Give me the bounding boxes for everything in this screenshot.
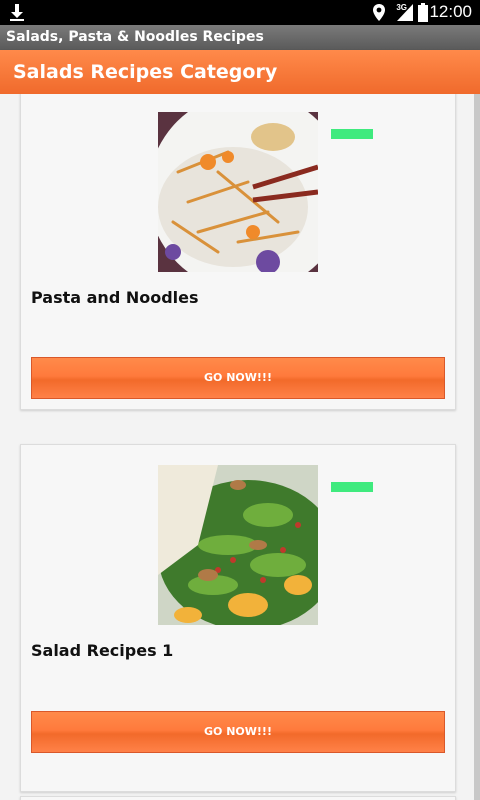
clock: 12:00 xyxy=(429,2,472,21)
status-badge xyxy=(331,129,373,139)
go-now-button[interactable]: GO NOW!!! xyxy=(31,711,445,753)
go-now-button[interactable]: GO NOW!!! xyxy=(31,357,445,399)
card-title: Pasta and Noodles xyxy=(31,288,199,307)
status-bar: 3G 12:00 xyxy=(0,0,480,25)
category-card xyxy=(20,796,456,800)
location-icon xyxy=(373,4,385,21)
card-title: Salad Recipes 1 xyxy=(31,641,174,660)
status-badge xyxy=(331,482,373,492)
noodle-salad-image xyxy=(158,112,318,272)
category-title: Salads Recipes Category xyxy=(13,61,278,83)
scrollbar[interactable] xyxy=(474,94,480,800)
app-title: Salads, Pasta & Noodles Recipes xyxy=(6,29,264,45)
battery-icon xyxy=(418,3,428,22)
app-title-bar: Salads, Pasta & Noodles Recipes xyxy=(0,25,480,50)
category-header: Salads Recipes Category xyxy=(0,50,480,94)
download-icon xyxy=(10,4,24,21)
recipe-list[interactable]: Pasta and Noodles GO NOW!!! Salad Recipe… xyxy=(0,94,480,800)
signal-icon xyxy=(397,4,413,21)
green-salad-image xyxy=(158,465,318,625)
category-card: Salad Recipes 1 GO NOW!!! xyxy=(20,444,456,792)
category-card: Pasta and Noodles GO NOW!!! xyxy=(20,94,456,410)
